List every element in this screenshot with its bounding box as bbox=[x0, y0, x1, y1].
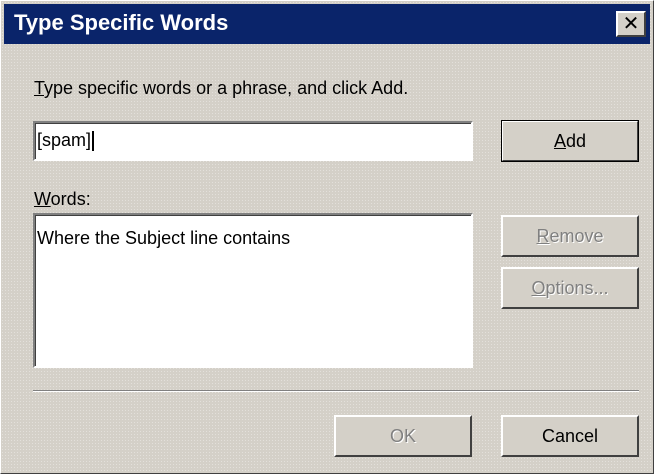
add-button[interactable]: Add bbox=[501, 120, 639, 162]
instruction-label: Type specific words or a phrase, and cli… bbox=[34, 78, 408, 99]
separator bbox=[33, 390, 639, 392]
words-list[interactable]: Where the Subject line contains bbox=[33, 213, 473, 368]
remove-button[interactable]: Remove bbox=[501, 215, 639, 257]
instruction-text: ype specific words or a phrase, and clic… bbox=[44, 78, 409, 98]
ok-button[interactable]: OK bbox=[334, 415, 472, 457]
close-icon: ✕ bbox=[622, 13, 640, 35]
type-specific-words-dialog: Type Specific Words ✕ Type specific word… bbox=[0, 0, 654, 474]
remove-button-label: Remove bbox=[536, 225, 604, 246]
title-bar[interactable]: Type Specific Words ✕ bbox=[4, 4, 650, 44]
words-list-item[interactable]: Where the Subject line contains bbox=[37, 228, 290, 249]
instruction-mnemonic: T bbox=[34, 78, 45, 98]
add-button-label: Add bbox=[553, 130, 587, 151]
words-label: Words: bbox=[34, 189, 91, 209]
ok-button-label: OK bbox=[389, 425, 416, 446]
close-button[interactable]: ✕ bbox=[616, 11, 646, 37]
word-input-value: [spam] bbox=[37, 130, 95, 152]
dialog-title: Type Specific Words bbox=[14, 10, 229, 35]
word-input[interactable]: [spam] bbox=[33, 121, 473, 161]
options-button-label: Options... bbox=[531, 277, 609, 298]
options-button[interactable]: Options... bbox=[501, 267, 639, 309]
cancel-button[interactable]: Cancel bbox=[501, 415, 639, 457]
cancel-button-label: Cancel bbox=[541, 425, 599, 446]
